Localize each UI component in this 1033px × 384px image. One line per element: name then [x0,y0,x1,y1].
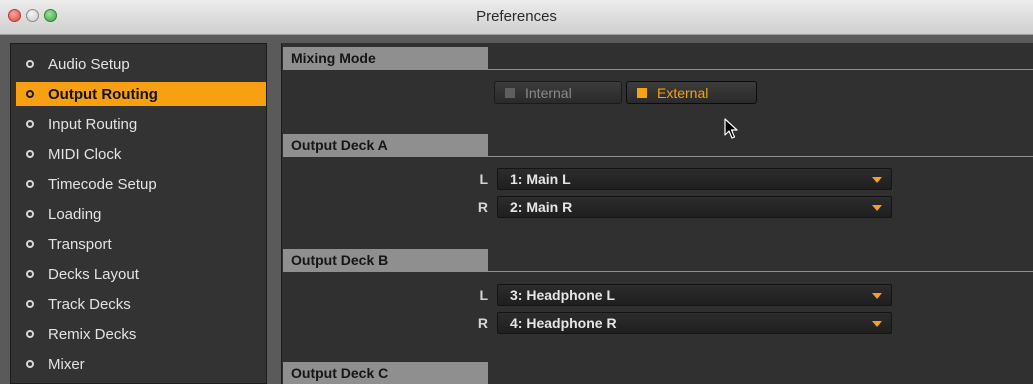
window-body: Audio Setup Output Routing Input Routing… [0,35,1033,384]
dropdown-arrow-icon [872,177,882,183]
mixing-mode-header: Mixing Mode [283,47,1033,70]
radio-dot-icon [26,330,34,338]
preferences-sidebar: Audio Setup Output Routing Input Routing… [10,43,267,384]
radio-dot-icon [26,60,34,68]
sidebar-item-label: MIDI Clock [48,145,122,163]
select-value: 1: Main L [510,171,571,187]
radio-dot-icon [26,210,34,218]
divider [283,156,1033,157]
radio-dot-icon [26,120,34,128]
sidebar-item-label: Timecode Setup [48,175,157,193]
sidebar-item-audio-setup[interactable]: Audio Setup [16,52,266,76]
select-value: 4: Headphone R [510,315,617,331]
deck-b-left-output-select[interactable]: 3: Headphone L [497,284,892,306]
sidebar-item-label: Loading [48,205,102,223]
select-value: 2: Main R [510,199,573,215]
sidebar-item-label: Remix Decks [48,325,137,343]
external-mode-button[interactable]: External [626,81,757,104]
sidebar-item-input-routing[interactable]: Input Routing [16,112,266,136]
sidebar-item-output-routing[interactable]: Output Routing [16,82,266,106]
radio-dot-icon [26,360,34,368]
section-title: Mixing Mode [283,47,488,70]
radio-dot-icon [26,150,34,158]
toggle-indicator-icon [637,87,647,98]
internal-mode-button[interactable]: Internal [494,81,622,104]
radio-dot-icon [26,180,34,188]
sidebar-item-label: Audio Setup [48,55,130,73]
output-deck-c-header: Output Deck C [283,362,1033,384]
toggle-label: External [657,84,709,101]
divider [283,69,1033,70]
sidebar-item-loading[interactable]: Loading [16,202,266,226]
deck-a-left-output-select[interactable]: 1: Main L [497,168,892,190]
radio-dot-icon [26,240,34,248]
radio-dot-icon [26,270,34,278]
radio-dot-icon [26,300,34,308]
sidebar-item-label: Decks Layout [48,265,139,283]
sidebar-item-transport[interactable]: Transport [16,232,266,256]
output-routing-panel: Mixing Mode Internal External Output Dec… [281,43,1033,384]
channel-left-label: L [479,171,488,187]
sidebar-item-timecode-setup[interactable]: Timecode Setup [16,172,266,196]
sidebar-item-decks-layout[interactable]: Decks Layout [16,262,266,286]
radio-dot-icon [26,90,34,98]
divider [283,271,1033,272]
window-title: Preferences [476,8,557,25]
sidebar-item-label: Mixer [48,355,85,373]
deck-a-right-output-select[interactable]: 2: Main R [497,196,892,218]
sidebar-item-label: Transport [48,235,112,253]
section-title: Output Deck C [283,362,488,384]
sidebar-item-label: Output Routing [48,85,158,103]
toggle-indicator-icon [505,87,515,98]
dropdown-arrow-icon [872,321,882,327]
deck-b-right-output-select[interactable]: 4: Headphone R [497,312,892,334]
sidebar-item-mixer[interactable]: Mixer [16,352,266,376]
sidebar-item-track-decks[interactable]: Track Decks [16,292,266,316]
sidebar-item-label: Track Decks [48,295,131,313]
output-deck-b-header: Output Deck B [283,249,1033,272]
mouse-pointer-icon [724,118,738,139]
channel-left-label: L [479,287,488,303]
section-title: Output Deck B [283,249,488,272]
sidebar-item-remix-decks[interactable]: Remix Decks [16,322,266,346]
sidebar-item-midi-clock[interactable]: MIDI Clock [16,142,266,166]
channel-right-label: R [477,315,488,331]
channel-right-label: R [477,199,488,215]
section-title: Output Deck A [283,134,488,157]
output-deck-a-header: Output Deck A [283,134,1033,157]
sidebar-item-label: Input Routing [48,115,138,133]
title-bar: Preferences [0,0,1033,35]
select-value: 3: Headphone L [510,287,616,303]
dropdown-arrow-icon [872,293,882,299]
toggle-label: Internal [525,84,572,101]
dropdown-arrow-icon [872,205,882,211]
